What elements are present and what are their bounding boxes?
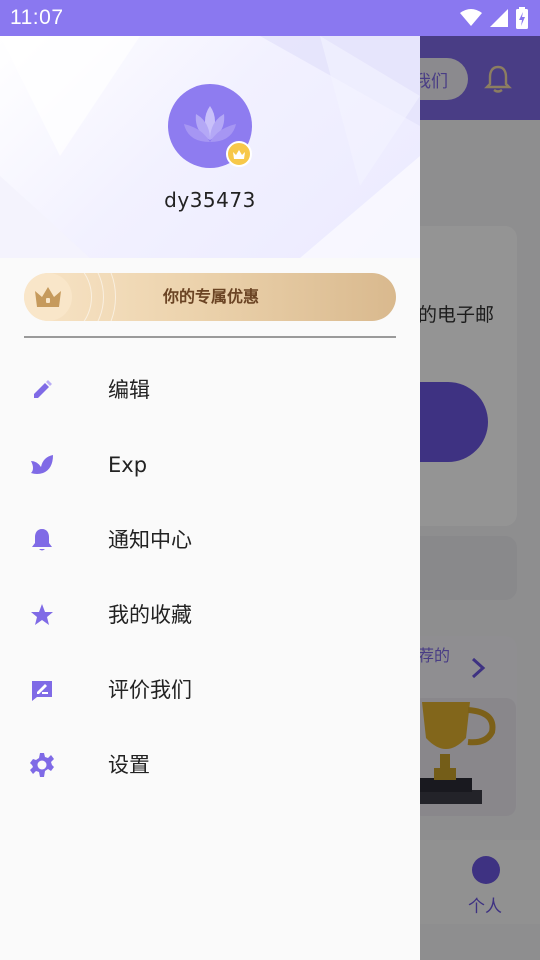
- status-icons: [460, 7, 528, 29]
- crown-icon: [233, 149, 245, 159]
- menu-item-settings[interactable]: 设置: [0, 727, 420, 802]
- menu-label: 设置: [108, 753, 150, 777]
- menu-label: 我的收藏: [108, 603, 192, 627]
- signal-icon: [490, 9, 508, 27]
- wifi-icon: [460, 9, 482, 26]
- menu-item-notifications[interactable]: 通知中心: [0, 502, 420, 577]
- exclusive-offer-banner[interactable]: 你的专属优惠: [24, 273, 396, 321]
- drawer-header: dy35473: [0, 36, 420, 258]
- menu-label: 通知中心: [108, 528, 192, 552]
- promo-label: 你的专属优惠: [162, 287, 259, 306]
- status-time: 11:07: [10, 6, 64, 29]
- rate-icon: [28, 676, 56, 704]
- divider: [24, 336, 396, 338]
- gear-icon: [28, 751, 56, 779]
- menu-label: 评价我们: [108, 678, 192, 702]
- drawer-menu: 编辑 Exp 通知中心 我的收藏 评价我们 设置: [0, 352, 420, 802]
- menu-item-exp[interactable]: Exp: [0, 427, 420, 502]
- menu-label: 编辑: [108, 378, 150, 402]
- navigation-drawer: dy35473 你的专属优惠 编辑 Exp 通知中心 我的收藏 评价我们 设置: [0, 36, 420, 960]
- pencil-icon: [28, 376, 56, 404]
- star-icon: [28, 601, 56, 629]
- username: dy35473: [164, 188, 256, 212]
- status-bar: 11:07: [0, 0, 540, 36]
- bell-icon: [28, 526, 56, 554]
- leaf-icon: [28, 451, 56, 479]
- lotus-icon: [184, 106, 236, 142]
- battery-icon: [516, 7, 528, 29]
- menu-item-rate-us[interactable]: 评价我们: [0, 652, 420, 727]
- vip-crown-badge: [226, 141, 252, 167]
- menu-item-favorites[interactable]: 我的收藏: [0, 577, 420, 652]
- menu-item-edit[interactable]: 编辑: [0, 352, 420, 427]
- menu-label: Exp: [108, 453, 148, 477]
